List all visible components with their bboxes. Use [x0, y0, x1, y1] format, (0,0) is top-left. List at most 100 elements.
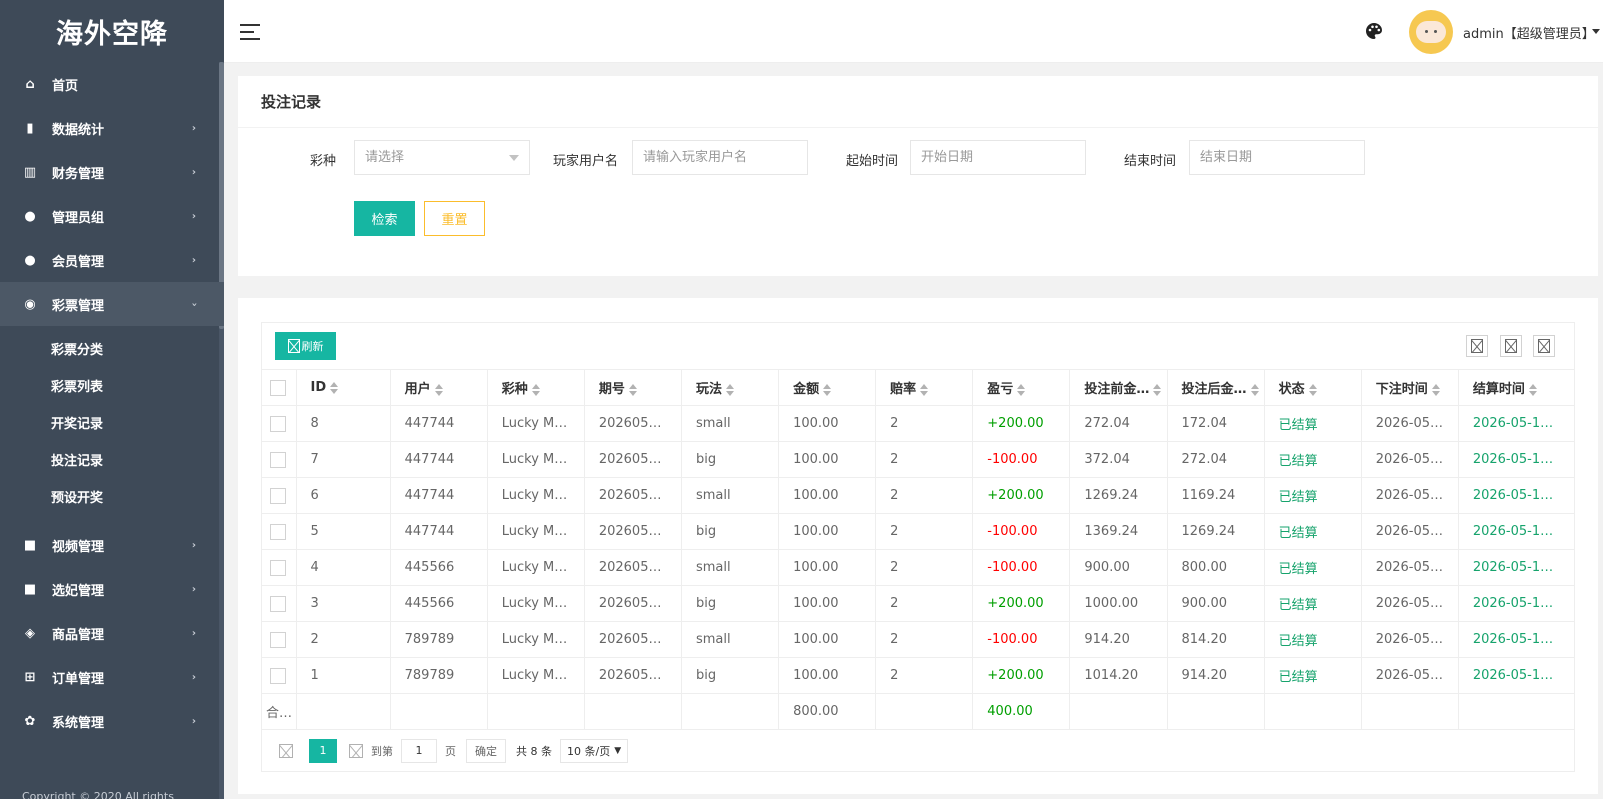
cell-odds: 2 [875, 549, 974, 586]
sidebar-item[interactable]: ● 会员管理 › [0, 238, 224, 282]
sidebar-item[interactable]: ▥ 财务管理 › [0, 150, 224, 194]
table-row[interactable]: 2 789789 Lucky Minute 202605180 small 100.00 2… [262, 621, 1574, 658]
sort-icon[interactable] [823, 383, 832, 396]
cell-after: 914.20 [1167, 657, 1265, 694]
sort-icon[interactable] [434, 383, 443, 396]
avatar-face-icon [1416, 21, 1446, 43]
column-header[interactable]: 状态 [1264, 369, 1362, 406]
sidebar-item[interactable]: ● 管理员组 › [0, 194, 224, 238]
page-size-select[interactable]: 10 条/页 ▼ [560, 738, 629, 763]
sidebar-item[interactable]: ■ 视频管理 › [0, 523, 224, 567]
cell-odds: 2 [875, 477, 974, 514]
table-row[interactable]: 7 447744 Lucky Minute 202605180 big 100.00 2 -1… [262, 441, 1574, 478]
user-name[interactable]: admin【超级管理员】 [1463, 23, 1595, 42]
table-row[interactable]: 8 447744 Lucky Minute 202605180 small 100.00 2… [262, 405, 1574, 442]
start-date-input[interactable]: 开始日期 [910, 140, 1086, 175]
column-header-label: 投注前金额 [1084, 382, 1150, 397]
player-username-input[interactable]: 请输入玩家用户名 [632, 140, 808, 175]
sidebar-item[interactable]: ⌂ 首页 [0, 62, 224, 106]
submenu-item[interactable]: 彩票列表 [0, 367, 224, 404]
sort-icon[interactable] [628, 383, 637, 396]
row-checkbox[interactable] [270, 595, 286, 612]
row-checkbox[interactable] [270, 487, 286, 504]
submenu-item[interactable]: 彩票分类 [0, 330, 224, 367]
cell-amount: 100.00 [778, 405, 877, 442]
column-header-label: 期号 [598, 382, 625, 397]
export-icon[interactable] [1500, 335, 1522, 357]
sidebar-item[interactable]: ▮ 数据统计 › [0, 106, 224, 150]
sort-icon[interactable] [1017, 383, 1026, 396]
column-header[interactable]: 投注后金额 [1167, 369, 1265, 406]
column-header[interactable]: 彩种 [487, 369, 585, 406]
goto-page-input[interactable]: 1 [401, 738, 437, 763]
sort-icon[interactable] [1153, 383, 1162, 396]
column-header[interactable]: 金额 [778, 369, 877, 406]
sidebar-item-label: 首页 [52, 78, 79, 94]
menu-toggle-icon[interactable] [240, 24, 260, 40]
submenu-item[interactable]: 投注记录 [0, 441, 224, 478]
row-checkbox[interactable] [270, 451, 286, 468]
column-header[interactable]: 投注前金额 [1069, 369, 1168, 406]
column-header[interactable]: 赔率 [875, 369, 974, 406]
sort-icon[interactable] [1250, 383, 1259, 396]
avatar[interactable] [1409, 10, 1453, 54]
sidebar-item-label: 系统管理 [52, 715, 105, 731]
cell-odds: 2 [875, 657, 974, 694]
chevron-down-icon[interactable] [1592, 29, 1600, 34]
column-header[interactable]: 结算时间 [1458, 369, 1574, 406]
cell-issue: 202605180 [584, 657, 682, 694]
column-header[interactable]: 下注时间 [1361, 369, 1459, 406]
current-page[interactable]: 1 [309, 738, 337, 763]
row-checkbox[interactable] [270, 523, 286, 540]
lottery-select[interactable]: 请选择 [354, 140, 530, 175]
row-checkbox[interactable] [270, 631, 286, 648]
cell-settle-time: 2026-05-18 20: [1458, 477, 1574, 514]
end-date-input[interactable]: 结束日期 [1189, 140, 1365, 175]
user-icon: ● [24, 208, 36, 224]
sidebar-item[interactable]: ■ 选妃管理 › [0, 567, 224, 611]
sidebar-item[interactable]: ⊞ 订单管理 › [0, 655, 224, 699]
sort-icon[interactable] [725, 383, 734, 396]
sort-icon[interactable] [330, 381, 339, 394]
submenu-item[interactable]: 开奖记录 [0, 404, 224, 441]
sort-icon[interactable] [531, 383, 540, 396]
next-page-icon[interactable] [349, 743, 363, 758]
sidebar-item[interactable]: ◉ 彩票管理 › [0, 282, 224, 326]
sort-icon[interactable] [1528, 383, 1537, 396]
cell-id: 4 [296, 549, 391, 586]
column-header[interactable]: ID [296, 369, 391, 406]
prev-page-icon[interactable] [279, 743, 293, 758]
print-icon[interactable] [1533, 335, 1555, 357]
cell-issue: 202605180 [584, 441, 682, 478]
table-row[interactable]: 3 445566 Lucky Minute 202605180 big 100.00 2 +2… [262, 585, 1574, 622]
submenu-item[interactable]: 预设开奖 [0, 478, 224, 515]
table-row[interactable]: 1 789789 Lucky Minute 202605180 big 100.00 2 +2… [262, 657, 1574, 694]
total-empty-cell [584, 693, 682, 730]
select-all-checkbox[interactable] [270, 379, 286, 396]
sidebar-item[interactable]: ◈ 商品管理 › [0, 611, 224, 655]
lottery-submenu: 彩票分类 彩票列表 开奖记录 投注记录 预设开奖 [0, 326, 224, 523]
cell-settle-time: 2026-05-18 14: [1458, 621, 1574, 658]
column-header[interactable]: 玩法 [681, 369, 780, 406]
palette-icon[interactable] [1365, 22, 1383, 40]
table-row[interactable]: 4 445566 Lucky Minute 202605180 small 100.00 2… [262, 549, 1574, 586]
app-logo[interactable]: 海外空降 [0, 0, 224, 62]
sort-icon[interactable] [1308, 383, 1317, 396]
row-checkbox[interactable] [270, 667, 286, 684]
column-header[interactable]: 盈亏 [972, 369, 1071, 406]
column-header[interactable]: 期号 [584, 369, 682, 406]
refresh-button[interactable]: 刷新 [275, 332, 336, 360]
row-checkbox[interactable] [270, 415, 286, 432]
sort-icon[interactable] [1431, 383, 1440, 396]
table-row[interactable]: 5 447744 Lucky Minute 202605180 big 100.00 2 -1… [262, 513, 1574, 550]
sort-icon[interactable] [920, 383, 929, 396]
cell-status: 已结算 [1264, 441, 1362, 478]
reset-button[interactable]: 重置 [424, 201, 485, 236]
goto-confirm-button[interactable]: 确定 [466, 738, 506, 763]
row-checkbox[interactable] [270, 559, 286, 576]
search-button[interactable]: 检索 [354, 201, 415, 236]
column-header[interactable]: 用户 [390, 369, 488, 406]
table-row[interactable]: 6 447744 Lucky Minute 202605180 small 100.00 2… [262, 477, 1574, 514]
sidebar-item[interactable]: ✿ 系统管理 › [0, 699, 224, 743]
filter-columns-icon[interactable] [1466, 335, 1488, 357]
